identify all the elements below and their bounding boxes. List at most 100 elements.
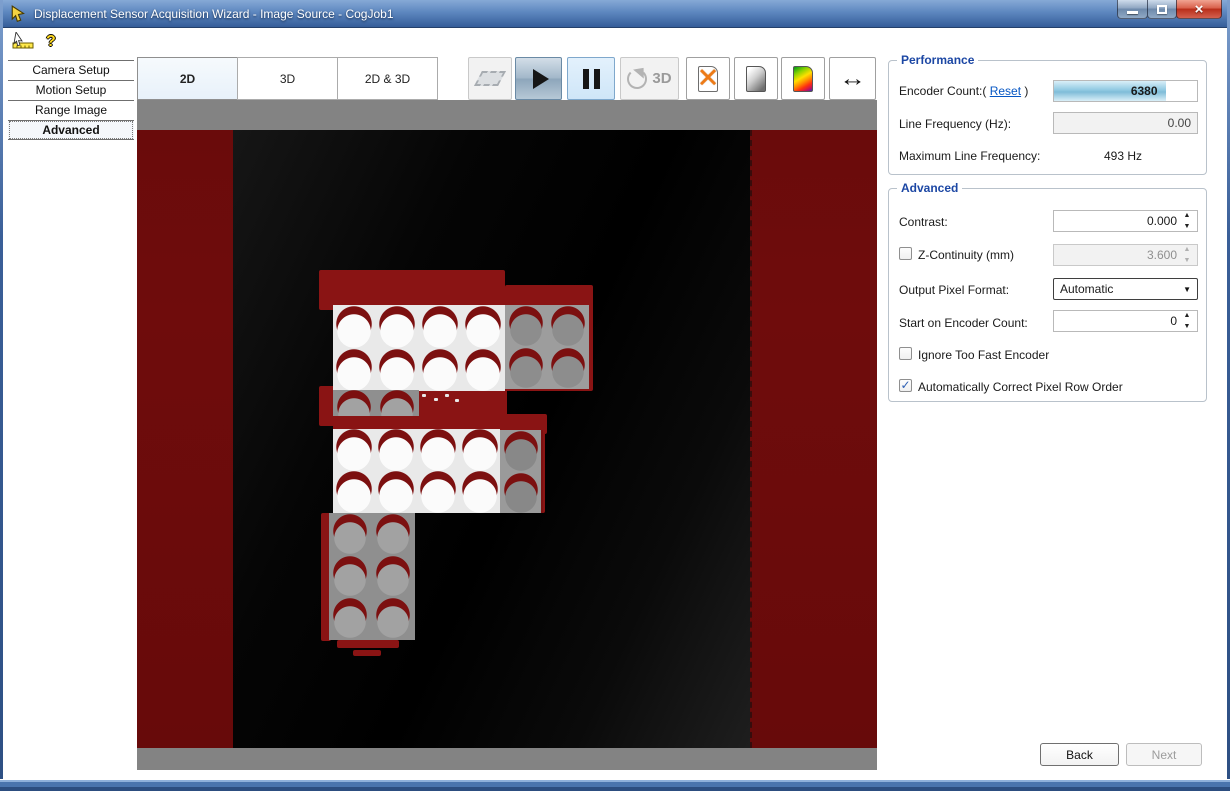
tab-2d[interactable]: 2D: [137, 57, 238, 100]
encoder-label-prefix: Encoder Count:(: [899, 84, 990, 98]
sidebar-toolbar: ?: [12, 32, 56, 50]
rotate-3d-button: 3D: [620, 57, 679, 100]
range-image-viewport[interactable]: [137, 130, 877, 748]
sidebar-item-motion-setup[interactable]: Motion Setup: [8, 80, 134, 100]
app-icon: [10, 5, 28, 23]
close-button[interactable]: ×: [1176, 0, 1222, 19]
rotate-3d-icon: [627, 69, 647, 89]
lego-brick-gray-top: [505, 305, 589, 389]
roi-region-button: [468, 57, 512, 100]
back-button[interactable]: Back: [1040, 743, 1119, 766]
window-frame-bottom: [0, 779, 1230, 791]
auto-correct-row-order-label: Automatically Correct Pixel Row Order: [918, 380, 1123, 394]
z-continuity-value: 3.600: [1147, 248, 1177, 262]
scene-red-noise: [337, 640, 399, 648]
scene-red-noise: [353, 650, 381, 656]
fit-width-button[interactable]: ↔: [829, 57, 876, 100]
window-title: Displacement Sensor Acquisition Wizard -…: [34, 7, 394, 21]
reset-link[interactable]: Reset: [990, 84, 1021, 98]
sidebar-item-label: Range Image: [35, 103, 107, 117]
palette-grayscale-button[interactable]: [734, 57, 778, 100]
lego-brick-gray-bottom: [329, 513, 415, 640]
tab-label: 2D: [180, 72, 195, 86]
output-pixel-format-dropdown[interactable]: Automatic ▼: [1053, 278, 1198, 300]
next-button: Next: [1126, 743, 1202, 766]
sidebar-item-label: Motion Setup: [36, 83, 107, 97]
tab-label: 2D & 3D: [365, 72, 410, 86]
output-pixel-format-value: Automatic: [1060, 282, 1113, 296]
sidebar-item-label: Advanced: [42, 123, 99, 137]
contrast-spinner[interactable]: ▲▼: [1180, 212, 1194, 230]
contrast-input[interactable]: 0.000 ▲▼: [1053, 210, 1198, 232]
scene-white-speck: [434, 398, 438, 401]
help-icon[interactable]: ?: [46, 34, 56, 50]
group-title: Performance: [897, 53, 978, 67]
viewer-top-bar: [137, 100, 877, 130]
palette-rainbow-icon: [793, 66, 813, 92]
sidebar-item-camera-setup[interactable]: Camera Setup: [8, 60, 134, 80]
palette-none-button[interactable]: ✕: [686, 57, 730, 100]
minimize-button[interactable]: [1117, 0, 1148, 19]
fit-width-icon: ↔: [839, 68, 866, 90]
measure-tool-icon[interactable]: [12, 32, 36, 50]
start-encoder-count-value: 0: [1170, 314, 1177, 328]
play-button[interactable]: [515, 57, 562, 100]
back-button-label: Back: [1066, 748, 1093, 762]
titlebar[interactable]: Displacement Sensor Acquisition Wizard -…: [0, 0, 1230, 28]
scene-red-region: [319, 270, 505, 310]
play-icon: [533, 69, 549, 89]
start-encoder-count-label: Start on Encoder Count:: [899, 316, 1028, 330]
scene-white-speck: [422, 394, 426, 397]
z-continuity-label: Z-Continuity (mm): [918, 248, 1014, 262]
spin-up-icon[interactable]: ▲: [1184, 312, 1191, 319]
wizard-step-list: Camera Setup Motion Setup Range Image Ad…: [8, 60, 134, 140]
spin-down-icon[interactable]: ▼: [1184, 223, 1191, 230]
start-encoder-count-input[interactable]: 0 ▲▼: [1053, 310, 1198, 332]
viewer-bottom-bar: [137, 748, 877, 770]
palette-grayscale-icon: [746, 66, 766, 92]
line-frequency-field: 0.00: [1053, 112, 1198, 134]
orange-x-icon: ✕: [697, 65, 720, 92]
output-pixel-format-label: Output Pixel Format:: [899, 283, 1009, 297]
ignore-too-fast-encoder-checkbox[interactable]: ✓: [899, 347, 912, 360]
close-icon: ×: [1195, 2, 1204, 17]
contrast-label: Contrast:: [899, 215, 948, 229]
pause-button[interactable]: [567, 57, 615, 100]
sidebar-item-range-image[interactable]: Range Image: [8, 100, 134, 120]
spin-down-icon: ▼: [1184, 257, 1191, 264]
spin-up-icon[interactable]: ▲: [1184, 212, 1191, 219]
encoder-count-label: Encoder Count:( Reset ): [899, 84, 1028, 98]
spin-down-icon[interactable]: ▼: [1184, 323, 1191, 330]
performance-group: Performance Encoder Count:( Reset ) 6380…: [888, 60, 1207, 175]
encoder-count-progress: 6380: [1054, 81, 1166, 101]
group-title: Advanced: [897, 181, 962, 195]
maximize-button[interactable]: [1147, 0, 1177, 19]
tab-3d[interactable]: 3D: [237, 57, 338, 100]
checkmark-icon: ✓: [900, 379, 910, 391]
contrast-value: 0.000: [1147, 214, 1177, 228]
rotate-3d-label: 3D: [652, 70, 671, 87]
wizard-window: Displacement Sensor Acquisition Wizard -…: [0, 0, 1230, 791]
encoder-label-suffix: ): [1021, 84, 1028, 98]
line-frequency-label: Line Frequency (Hz):: [899, 117, 1011, 131]
z-continuity-input: 3.600 ▲▼: [1053, 244, 1198, 266]
encoder-count-value: 6380: [1131, 84, 1158, 98]
window-frame-left: [0, 0, 3, 791]
auto-correct-row-order-checkbox[interactable]: ✓: [899, 379, 912, 392]
palette-rainbow-button[interactable]: [781, 57, 825, 100]
tab-label: 3D: [280, 72, 295, 86]
encoder-count-field: 6380: [1053, 80, 1198, 102]
laser-shadow-band-left: [137, 130, 233, 748]
tab-2d-and-3d[interactable]: 2D & 3D: [337, 57, 438, 100]
max-line-frequency-label: Maximum Line Frequency:: [899, 149, 1040, 163]
sidebar-item-label: Camera Setup: [32, 63, 109, 77]
chevron-down-icon: ▼: [1183, 285, 1191, 294]
line-frequency-value: 0.00: [1168, 116, 1191, 130]
scene-white-speck: [455, 399, 459, 402]
start-encoder-spinner[interactable]: ▲▼: [1180, 312, 1194, 330]
z-continuity-checkbox[interactable]: ✓: [899, 247, 912, 260]
next-button-label: Next: [1152, 748, 1177, 762]
sidebar-item-advanced[interactable]: Advanced: [8, 120, 134, 140]
advanced-group: Advanced Contrast: 0.000 ▲▼ ✓ Z-Continui…: [888, 188, 1207, 402]
lego-brick-gray-middle: [500, 430, 543, 513]
